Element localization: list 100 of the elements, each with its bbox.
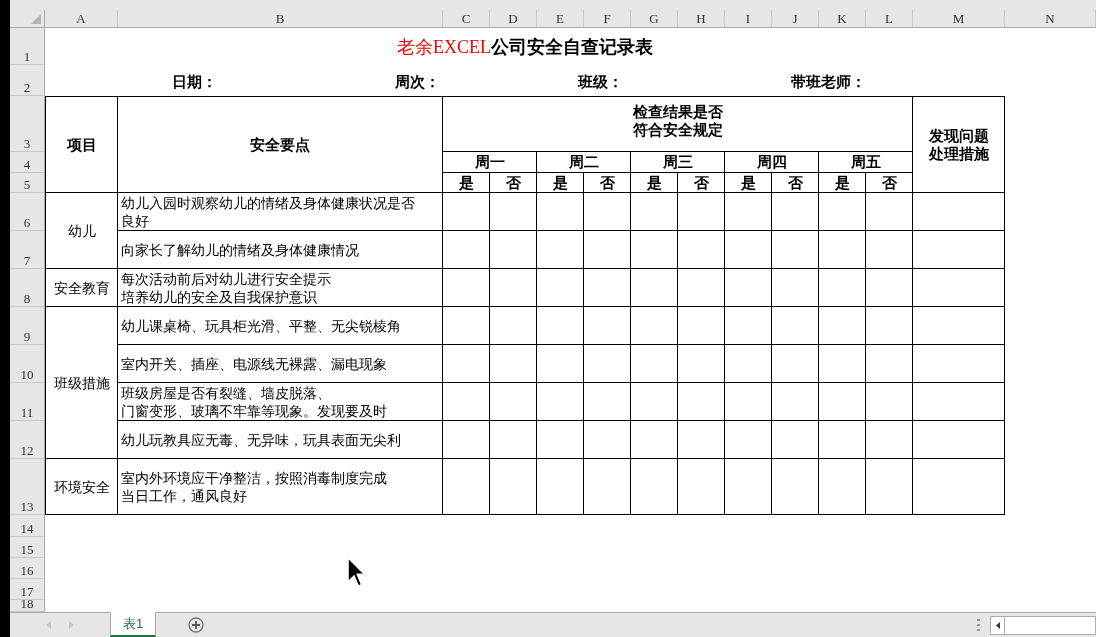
table-cell[interactable] [584,307,631,345]
table-cell[interactable] [537,307,584,345]
table-cell[interactable] [631,307,678,345]
column-header[interactable]: L [866,10,913,28]
table-cell[interactable] [631,383,678,421]
table-cell[interactable] [866,459,913,515]
table-cell[interactable] [913,345,1005,383]
table-cell[interactable] [490,459,537,515]
table-cell[interactable] [678,307,725,345]
table-cell[interactable] [631,459,678,515]
table-cell[interactable] [678,269,725,307]
table-cell[interactable] [584,459,631,515]
table-cell[interactable] [490,307,537,345]
table-cell[interactable] [631,269,678,307]
table-cell[interactable] [631,421,678,459]
column-header[interactable]: C [443,10,490,28]
table-cell[interactable] [631,231,678,269]
row-header[interactable]: 1 [10,28,45,65]
table-cell[interactable] [819,459,866,515]
row-header[interactable]: 4 [10,152,45,173]
row-header[interactable]: 6 [10,193,45,231]
table-cell[interactable] [537,421,584,459]
column-header[interactable]: E [537,10,584,28]
table-cell[interactable] [584,383,631,421]
table-cell[interactable] [819,307,866,345]
column-header[interactable]: F [584,10,631,28]
table-cell[interactable] [866,345,913,383]
table-cell[interactable] [913,421,1005,459]
table-cell[interactable] [866,269,913,307]
table-cell[interactable] [725,345,772,383]
table-cell[interactable] [866,231,913,269]
column-header[interactable]: G [631,10,678,28]
table-cell[interactable] [772,345,819,383]
table-cell[interactable] [725,231,772,269]
row-header[interactable]: 10 [10,345,45,383]
table-cell[interactable] [537,193,584,231]
table-cell[interactable] [537,345,584,383]
row-header[interactable]: 8 [10,269,45,307]
table-cell[interactable] [772,193,819,231]
table-cell[interactable] [490,193,537,231]
table-cell[interactable] [913,269,1005,307]
table-cell[interactable] [866,383,913,421]
row-header[interactable]: 18 [10,600,45,612]
column-header[interactable]: N [1005,10,1096,28]
table-cell[interactable] [584,193,631,231]
table-cell[interactable] [772,269,819,307]
table-cell[interactable] [584,421,631,459]
row-header[interactable]: 13 [10,459,45,515]
column-header[interactable]: I [725,10,772,28]
table-cell[interactable] [678,383,725,421]
table-cell[interactable] [537,231,584,269]
row-header[interactable]: 9 [10,307,45,345]
table-cell[interactable] [725,459,772,515]
table-cell[interactable] [678,231,725,269]
table-cell[interactable] [913,231,1005,269]
table-cell[interactable] [819,231,866,269]
column-header[interactable]: J [772,10,819,28]
row-header[interactable]: 7 [10,231,45,269]
table-cell[interactable] [631,345,678,383]
table-cell[interactable] [772,421,819,459]
row-header[interactable]: 11 [10,383,45,421]
table-cell[interactable] [537,459,584,515]
table-cell[interactable] [772,459,819,515]
row-header[interactable]: 14 [10,515,45,537]
table-cell[interactable] [443,231,490,269]
table-cell[interactable] [913,307,1005,345]
row-header[interactable]: 5 [10,173,45,193]
table-cell[interactable] [443,459,490,515]
row-header[interactable]: 2 [10,65,45,96]
column-header[interactable]: D [490,10,537,28]
table-cell[interactable] [490,269,537,307]
table-cell[interactable] [819,193,866,231]
table-cell[interactable] [725,383,772,421]
table-cell[interactable] [584,345,631,383]
column-header[interactable]: M [913,10,1005,28]
table-cell[interactable] [913,459,1005,515]
table-cell[interactable] [913,193,1005,231]
row-header[interactable]: 12 [10,421,45,459]
sheet-tab[interactable]: 表1 [110,612,157,637]
column-header[interactable]: K [819,10,866,28]
table-cell[interactable] [490,345,537,383]
table-cell[interactable] [725,269,772,307]
table-cell[interactable] [584,231,631,269]
table-cell[interactable] [772,307,819,345]
table-cell[interactable] [866,421,913,459]
table-cell[interactable] [490,231,537,269]
table-cell[interactable] [678,421,725,459]
column-header[interactable]: A [45,10,118,28]
table-cell[interactable] [866,193,913,231]
column-header[interactable]: B [118,10,443,28]
table-cell[interactable] [819,345,866,383]
table-cell[interactable] [725,421,772,459]
table-cell[interactable] [819,421,866,459]
table-cell[interactable] [913,383,1005,421]
table-cell[interactable] [725,193,772,231]
table-cell[interactable] [443,383,490,421]
table-cell[interactable] [443,421,490,459]
table-cell[interactable] [537,383,584,421]
table-cell[interactable] [443,345,490,383]
splitter-handle-icon[interactable] [977,619,980,631]
